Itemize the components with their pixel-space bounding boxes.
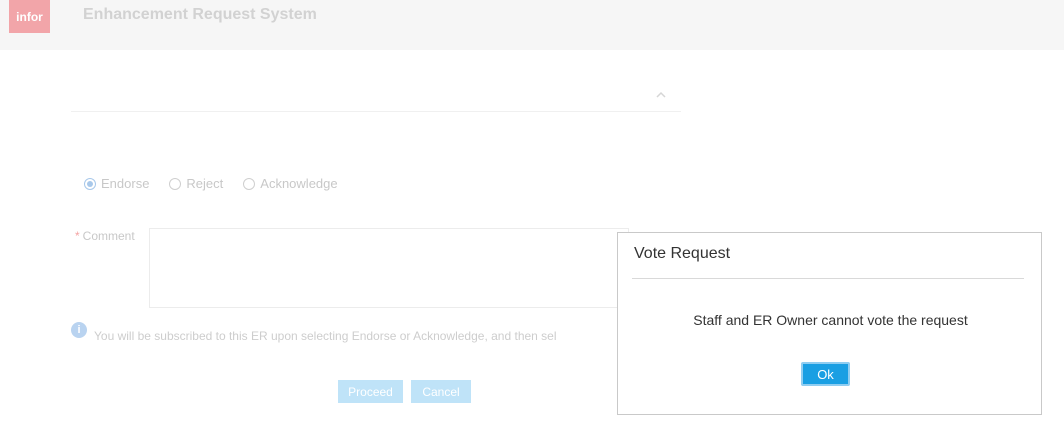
vote-option-group: Endorse Reject Acknowledge: [84, 176, 358, 191]
dialog-message: Staff and ER Owner cannot vote the reque…: [693, 312, 968, 328]
comment-textarea[interactable]: [149, 228, 629, 308]
app-header: infor Enhancement Request System: [0, 0, 1064, 50]
info-icon: i: [71, 322, 87, 338]
comment-label-text: Comment: [82, 229, 135, 243]
cancel-button[interactable]: Cancel: [411, 380, 471, 403]
app-title: Enhancement Request System: [83, 6, 317, 23]
radio-acknowledge-label: Acknowledge: [260, 176, 338, 191]
subscription-info-text: You will be subscribed to this ER upon s…: [94, 329, 557, 343]
ok-button[interactable]: Ok: [801, 362, 850, 386]
dialog-divider: [632, 278, 1024, 279]
comment-label: * Comment: [75, 229, 135, 243]
panel-divider: [71, 111, 681, 112]
vote-request-dialog: Vote Request Staff and ER Owner cannot v…: [617, 232, 1042, 415]
radio-reject-circle[interactable]: [169, 177, 182, 190]
radio-endorse-label: Endorse: [101, 176, 150, 191]
infor-logo: infor: [9, 0, 50, 33]
dialog-title: Vote Request: [634, 245, 731, 262]
radio-acknowledge[interactable]: Acknowledge: [243, 176, 338, 191]
radio-reject[interactable]: Reject: [169, 176, 223, 191]
required-asterisk: *: [75, 229, 80, 243]
radio-endorse[interactable]: Endorse: [84, 176, 149, 191]
chevron-up-icon[interactable]: [656, 90, 666, 100]
radio-reject-label: Reject: [186, 176, 224, 191]
radio-endorse-circle[interactable]: [84, 177, 96, 190]
radio-acknowledge-circle[interactable]: [243, 177, 256, 190]
proceed-button[interactable]: Proceed: [338, 380, 403, 403]
